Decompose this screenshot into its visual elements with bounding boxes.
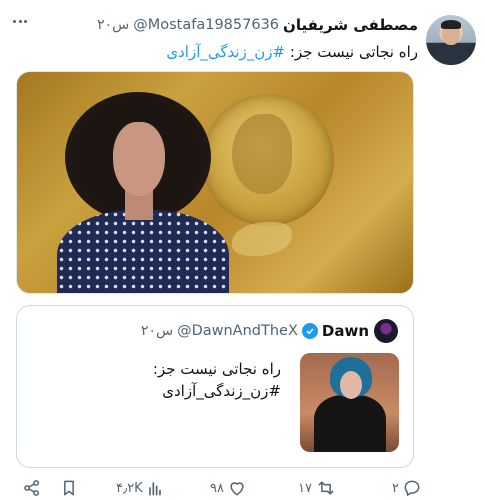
share-icon	[22, 478, 42, 498]
heart-icon	[227, 478, 247, 498]
author-display-name[interactable]: مصطفی شریفیان	[283, 16, 418, 34]
tweet-text: راه نجاتی نیست جز: #زن_زندگی_آزادی	[166, 42, 418, 62]
tweet-header: مصطفی شریفیان @Mostafa19857636 ۲۰س	[97, 14, 418, 36]
views-icon	[146, 478, 164, 498]
bookmark-button[interactable]	[60, 476, 78, 500]
views-button[interactable]: ۴٫۲K	[116, 476, 164, 500]
retweet-count: ۱۷	[298, 480, 312, 496]
share-button[interactable]	[22, 476, 42, 500]
retweet-icon	[315, 478, 337, 498]
verified-badge-icon	[301, 323, 318, 339]
tweet-image[interactable]	[16, 71, 414, 294]
author-avatar[interactable]	[426, 15, 476, 65]
quoted-tweet-image[interactable]	[300, 353, 399, 452]
quoted-tweet-timestamp: ۲۰س	[140, 323, 174, 339]
more-icon[interactable]	[10, 12, 30, 30]
quoted-text-line1: راه نجاتی نیست جز:	[152, 360, 281, 378]
quoted-author-handle[interactable]: @DawnAndTheX	[177, 323, 298, 339]
quoted-author-display-name[interactable]: Dawn	[322, 322, 369, 340]
tweet[interactable]: مصطفی شریفیان @Mostafa19857636 ۲۰س راه ن…	[0, 0, 485, 500]
views-count: ۴٫۲K	[116, 480, 143, 496]
tweet-action-bar: ۲ ۱۷ ۹۸ ۴٫۲K	[0, 476, 485, 500]
author-handle[interactable]: @Mostafa19857636	[133, 17, 279, 33]
tweet-hashtag-link[interactable]: #زن_زندگی_آزادی	[166, 43, 285, 61]
quoted-author-avatar[interactable]	[374, 319, 398, 343]
nobel-medal-image-area	[202, 94, 334, 226]
retweet-button[interactable]: ۱۷	[298, 476, 337, 500]
reply-icon	[402, 478, 422, 498]
quoted-tweet-header: Dawn @DawnAndTheX ۲۰س	[141, 320, 369, 342]
tweet-text-prefix: راه نجاتی نیست جز:	[285, 43, 418, 61]
quoted-tweet-text: راه نجاتی نیست جز: #زن_زندگی_آزادی	[153, 358, 281, 402]
quoted-tweet[interactable]: Dawn @DawnAndTheX ۲۰س راه نجاتی نیست جز:…	[16, 305, 414, 468]
tweet-timestamp[interactable]: ۲۰س	[97, 17, 129, 33]
like-button[interactable]: ۹۸	[210, 476, 247, 500]
reply-button[interactable]: ۲	[392, 476, 422, 500]
quoted-text-line2: #زن_زندگی_آزادی	[162, 382, 281, 400]
like-count: ۹۸	[210, 480, 224, 496]
bookmark-icon	[60, 478, 78, 498]
reply-count: ۲	[392, 480, 399, 496]
